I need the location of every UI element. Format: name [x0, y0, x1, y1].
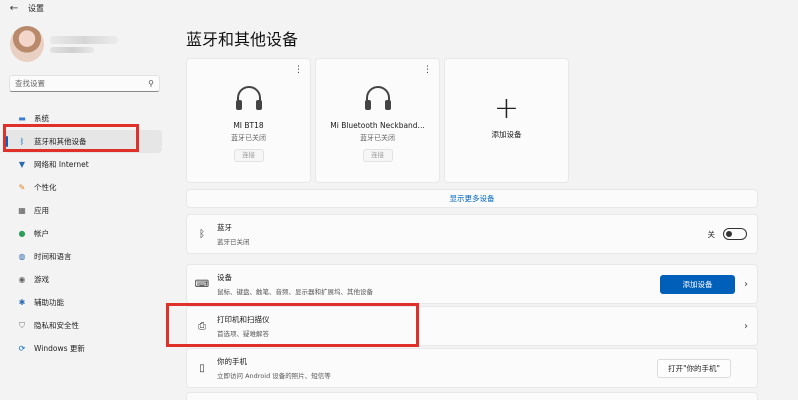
device-status: 蓝牙已关闭 — [231, 134, 266, 142]
shield-icon: ⛉ — [19, 320, 25, 330]
monitor-icon: ▬ — [18, 114, 26, 123]
brush-icon: ✎ — [18, 183, 26, 192]
sidebar-item-apps[interactable]: ▦ 应用 — [5, 199, 162, 222]
sidebar-item-label: 时间和语言 — [34, 252, 72, 261]
row-subtitle: 立即访问 Android 设备的照片、短信等 — [217, 372, 331, 380]
row-subtitle: 鼠标、键盘、触笔、音频、显示器和扩展坞、其他设备 — [217, 288, 373, 296]
device-status: 蓝牙已关闭 — [360, 134, 395, 142]
sidebar-item-label: 个性化 — [34, 183, 57, 192]
plus-icon: + — [493, 91, 520, 126]
device-name: MI BT18 — [233, 121, 264, 130]
globe-clock-icon: ◍ — [18, 252, 26, 261]
row-subtitle: 蓝牙已关闭 — [217, 238, 250, 246]
update-icon: ⟳ — [18, 344, 26, 353]
add-device-button[interactable]: 添加设备 — [660, 274, 735, 294]
sidebar-item-time-language[interactable]: ◍ 时间和语言 — [5, 245, 162, 268]
toggle-state-label: 关 — [707, 229, 716, 239]
device-tile-mi-neckband[interactable]: ⋮ Mi Bluetooth Neckband... 蓝牙已关闭 连接 — [315, 58, 440, 183]
sidebar-item-windows-update[interactable]: ⟳ Windows 更新 — [5, 337, 162, 360]
accessibility-icon: ✱ — [18, 298, 26, 307]
red-highlight-box-printers — [166, 303, 419, 347]
search-input[interactable] — [15, 79, 149, 88]
sidebar-item-label: 网络和 Internet — [34, 160, 89, 169]
device-tile-mi-bt18[interactable]: ⋮ MI BT18 蓝牙已关闭 连接 — [186, 58, 311, 183]
add-device-tile[interactable]: + 添加设备 — [444, 58, 569, 183]
devices-icon: ⌨ — [194, 278, 210, 290]
red-highlight-box-nav — [3, 124, 139, 152]
sidebar-item-label: 应用 — [34, 206, 49, 215]
sidebar-item-label: 辅助功能 — [34, 298, 64, 307]
person-icon: ● — [18, 229, 26, 238]
bluetooth-icon: ᛒ — [199, 228, 205, 240]
connect-button[interactable]: 连接 — [362, 149, 393, 162]
your-phone-row[interactable]: ▯ 你的手机 立即访问 Android 设备的照片、短信等 打开"你的手机" — [186, 348, 758, 388]
sidebar-item-accounts[interactable]: ● 帐户 — [5, 222, 162, 245]
more-options-icon[interactable]: ⋮ — [423, 65, 432, 75]
avatar — [10, 26, 44, 62]
sidebar-item-label: 隐私和安全性 — [34, 321, 79, 330]
row-title: 蓝牙 — [217, 223, 232, 232]
title-bar: ← 设置 — [0, 0, 798, 16]
connect-button[interactable]: 连接 — [233, 149, 264, 162]
open-your-phone-button[interactable]: 打开"你的手机" — [657, 358, 731, 378]
phone-icon: ▯ — [199, 362, 205, 374]
row-title: 你的手机 — [217, 357, 247, 366]
sidebar-item-label: Windows 更新 — [34, 344, 85, 353]
app-title: 设置 — [28, 3, 44, 13]
sidebar-item-network[interactable]: ▼ 网络和 Internet — [5, 153, 162, 176]
chevron-right-icon[interactable]: › — [735, 321, 757, 332]
row-title: 设备 — [217, 273, 232, 282]
more-options-icon[interactable]: ⋮ — [294, 65, 303, 75]
chevron-right-icon[interactable]: › — [735, 279, 757, 290]
show-more-devices-link[interactable]: 显示更多设备 — [186, 189, 758, 208]
sidebar-item-personalization[interactable]: ✎ 个性化 — [5, 176, 162, 199]
search-icon[interactable]: ⚲ — [148, 79, 154, 88]
sidebar-item-label: 游戏 — [34, 275, 49, 284]
sidebar-item-gaming[interactable]: ◉ 游戏 — [5, 268, 162, 291]
headphones-icon — [364, 86, 391, 110]
add-device-label: 添加设备 — [491, 130, 522, 139]
devices-row[interactable]: ⌨ 设备 鼠标、键盘、触笔、音频、显示器和扩展坞、其他设备 添加设备 › — [186, 264, 758, 304]
page-title: 蓝牙和其他设备 — [186, 30, 299, 49]
bluetooth-row: ᛒ 蓝牙 蓝牙已关闭 关 — [186, 214, 758, 254]
sidebar-item-privacy[interactable]: ⛉ 隐私和安全性 — [5, 314, 162, 337]
search-box[interactable]: ⚲ — [9, 75, 160, 92]
headphones-icon — [235, 86, 262, 110]
wifi-icon: ▼ — [18, 160, 26, 169]
sidebar-item-label: 帐户 — [34, 229, 49, 238]
sidebar-item-accessibility[interactable]: ✱ 辅助功能 — [5, 291, 162, 314]
apps-icon: ▦ — [18, 206, 26, 215]
next-row-partial — [186, 392, 758, 400]
back-arrow-icon[interactable]: ← — [0, 3, 28, 14]
device-name: Mi Bluetooth Neckband... — [330, 121, 425, 130]
user-profile[interactable] — [10, 22, 160, 66]
account-info-blurred — [50, 35, 118, 53]
sidebar-item-label: 系统 — [34, 114, 49, 123]
gamepad-icon: ◉ — [18, 275, 26, 284]
bluetooth-toggle[interactable] — [723, 228, 747, 240]
